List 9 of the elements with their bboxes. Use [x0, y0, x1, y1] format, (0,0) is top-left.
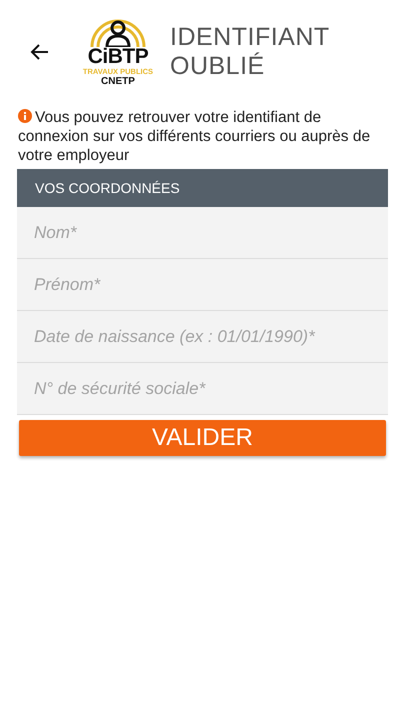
section-header: VOS COORDONNÉES — [17, 169, 388, 207]
logo-name: CiBTP — [88, 46, 148, 66]
info-icon — [18, 109, 32, 123]
info-text: Vous pouvez retrouver votre identifiant de connexion sur vos différents courriers ou auprès de votre employeur — [18, 108, 372, 165]
logo-icon — [88, 16, 148, 46]
submit-button[interactable]: VALIDER — [19, 420, 386, 456]
page-title: OUBLIÉ — [170, 52, 266, 81]
logo-caption: CNETP — [101, 76, 135, 88]
page-title: IDENTIFIANT — [170, 23, 330, 52]
